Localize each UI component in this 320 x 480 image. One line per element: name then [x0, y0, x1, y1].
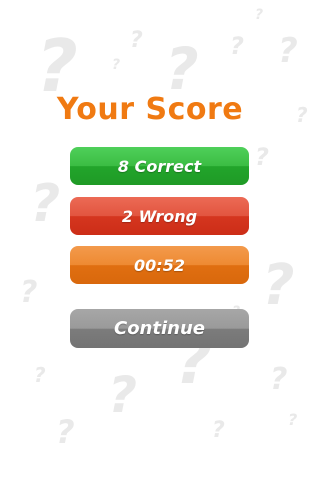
correct-count-badge: 8 Correct — [70, 147, 249, 185]
question-mark-icon: ? — [30, 174, 61, 234]
wrong-count-badge: 2 Wrong — [70, 197, 249, 235]
question-mark-icon: ? — [56, 413, 75, 451]
continue-button[interactable]: Continue — [70, 309, 249, 348]
wrong-count-label: 2 Wrong — [121, 206, 198, 226]
correct-count-label: 8 Correct — [117, 156, 202, 176]
question-mark-icon: ? — [255, 143, 269, 171]
elapsed-time-badge: 00:52 — [70, 246, 249, 284]
question-mark-background: ? ? ? ? ? ? ? ? ? ? ? ? ? ? ? ? ? ? ? ? — [0, 0, 320, 480]
question-mark-icon: ? — [112, 57, 121, 73]
question-mark-icon: ? — [20, 275, 38, 310]
question-mark-icon: ? — [165, 35, 199, 103]
question-mark-icon: ? — [270, 362, 288, 397]
question-mark-icon: ? — [230, 32, 244, 60]
question-mark-icon: ? — [108, 366, 138, 424]
question-mark-icon: ? — [278, 31, 298, 71]
question-mark-icon: ? — [288, 410, 298, 429]
elapsed-time-label: 00:52 — [134, 255, 185, 275]
page-title: Your Score — [56, 92, 244, 127]
question-mark-icon: ? — [212, 418, 225, 443]
question-mark-icon: ? — [262, 253, 295, 318]
continue-button-label: Continue — [113, 318, 205, 339]
question-mark-icon: ? — [130, 28, 143, 53]
question-mark-icon: ? — [255, 7, 264, 23]
question-mark-icon: ? — [34, 363, 46, 387]
